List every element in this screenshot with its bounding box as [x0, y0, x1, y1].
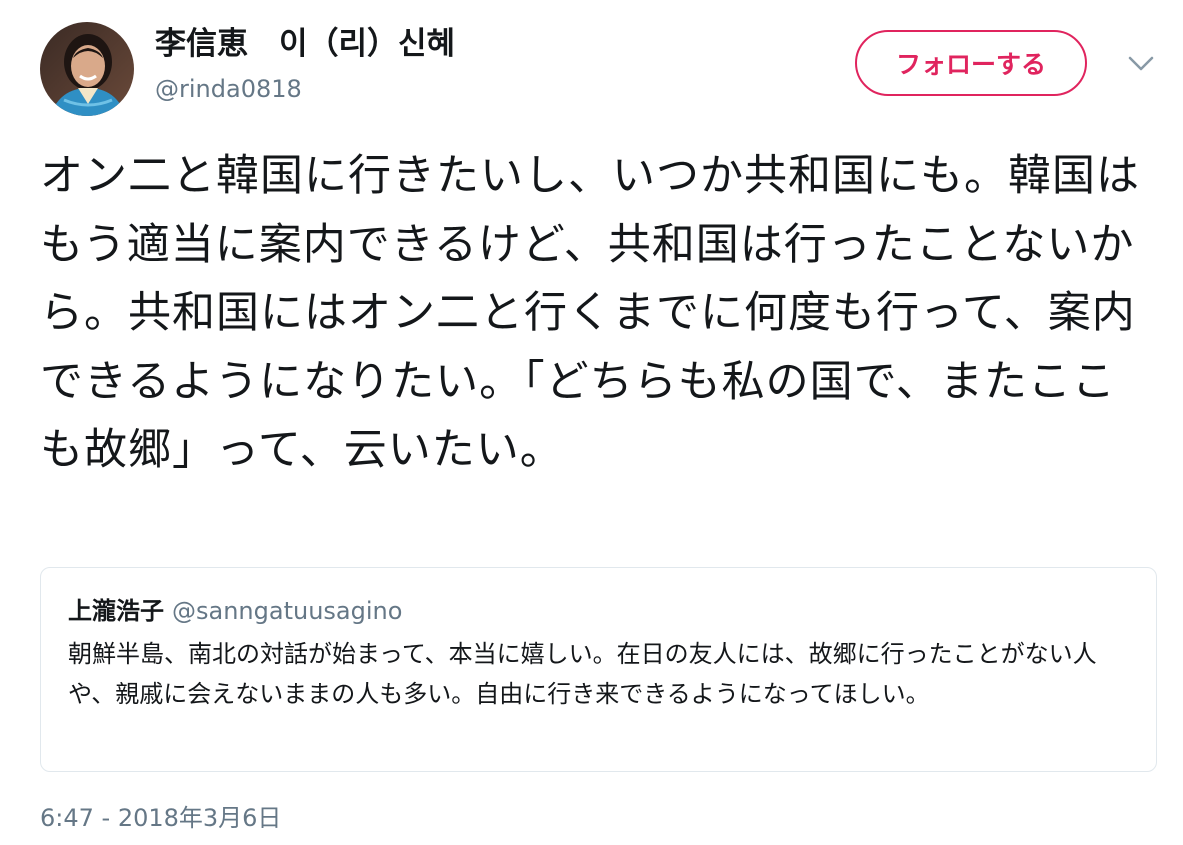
author-display-name[interactable]: 李信恵 이（리）신혜	[155, 24, 455, 64]
tweet-timestamp[interactable]: 6:47 - 2018年3月6日	[40, 802, 281, 834]
quoted-author-handle: @sanngatuusagino	[172, 597, 403, 625]
tweet-text: オン二と韓国に行きたいし、いつか共和国にも。韓国はもう適当に案内できるけど、共和…	[40, 151, 1140, 475]
quoted-author-display-name: 上瀧浩子	[68, 597, 164, 625]
avatar-image	[40, 22, 134, 116]
quoted-tweet-card[interactable]: 上瀧浩子 @sanngatuusagino 朝鮮半島、南北の対話が始まって、本当に…	[40, 567, 1157, 772]
author-handle[interactable]: @rinda0818	[155, 73, 302, 105]
follow-button[interactable]: フォローする	[855, 30, 1087, 96]
chevron-down-icon[interactable]	[1126, 51, 1156, 75]
quoted-tweet-text: 朝鮮半島、南北の対話が始まって、本当に嬉しい。在日の友人には、故郷に行ったことが…	[68, 640, 1097, 708]
quoted-tweet-header: 上瀧浩子 @sanngatuusagino	[68, 596, 402, 626]
avatar[interactable]	[40, 22, 134, 116]
